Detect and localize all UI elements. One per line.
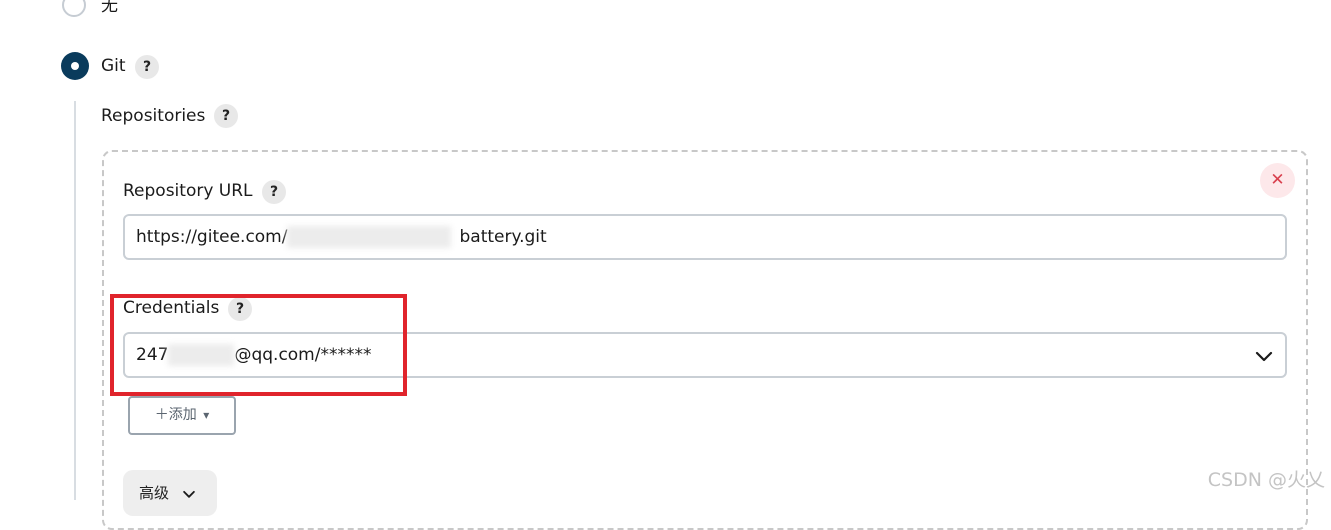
close-icon[interactable]: ✕ bbox=[1260, 163, 1295, 198]
repository-url-label: Repository URL bbox=[123, 181, 253, 201]
repository-url-suffix: battery.git bbox=[459, 227, 547, 247]
redacted-region bbox=[287, 226, 452, 248]
advanced-button-label: 高级 bbox=[139, 484, 170, 502]
add-credentials-button[interactable]: ＋添加 ▾ bbox=[128, 396, 236, 435]
add-button-label: ＋添加 bbox=[154, 407, 197, 423]
repository-url-help-icon[interactable]: ? bbox=[262, 180, 286, 204]
git-help-icon[interactable]: ? bbox=[135, 55, 159, 79]
section-indent-line bbox=[74, 101, 76, 500]
watermark: CSDN @火乂 bbox=[1207, 469, 1325, 491]
repository-url-input[interactable]: https://gitee.com/battery.git bbox=[123, 214, 1287, 260]
radio-none-label: 无 bbox=[101, 0, 118, 16]
highlight-annotation bbox=[110, 294, 407, 396]
caret-down-icon: ▾ bbox=[203, 408, 210, 422]
radio-git[interactable] bbox=[61, 52, 89, 80]
repositories-title: Repositories bbox=[101, 106, 206, 126]
repository-url-prefix: https://gitee.com/ bbox=[136, 227, 288, 247]
advanced-button[interactable]: 高级 bbox=[123, 470, 217, 516]
chevron-down-icon bbox=[182, 490, 195, 498]
chevron-down-icon[interactable] bbox=[1254, 346, 1274, 366]
radio-git-label: Git bbox=[101, 56, 126, 76]
repositories-help-icon[interactable]: ? bbox=[214, 104, 238, 128]
radio-none[interactable] bbox=[62, 0, 86, 17]
